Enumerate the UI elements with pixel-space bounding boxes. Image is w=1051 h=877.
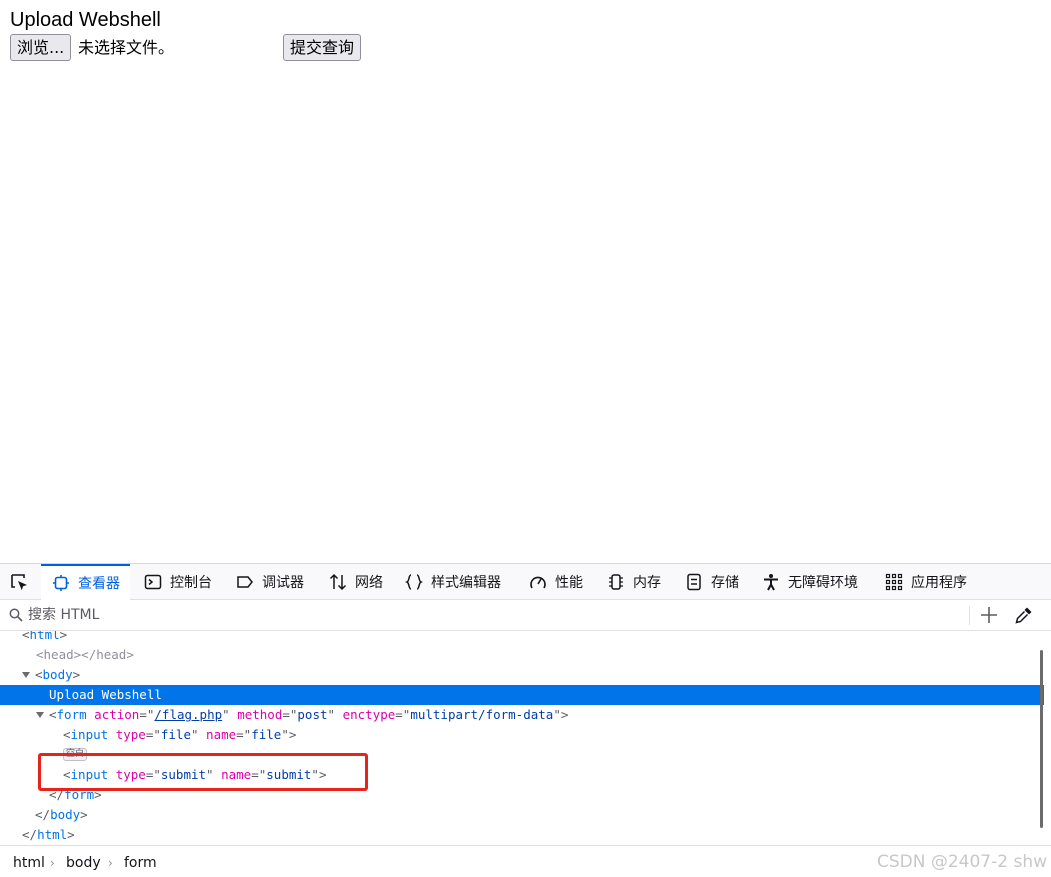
- tab-console[interactable]: 控制台: [144, 564, 212, 600]
- file-status-text: 未选择文件。: [78, 38, 175, 57]
- tab-label: 无障碍环境: [788, 575, 858, 591]
- tab-label: 控制台: [170, 575, 212, 591]
- tab-performance[interactable]: 性能: [529, 564, 583, 600]
- tree-node-input-file[interactable]: <input type="file" name="file">: [0, 725, 1040, 745]
- eyedropper-icon[interactable]: [1014, 605, 1034, 625]
- breadcrumb-form[interactable]: form: [124, 854, 157, 872]
- web-page: Upload Webshell 浏览... 未选择文件。 提交查询: [0, 0, 1051, 563]
- tab-label: 存储: [711, 575, 739, 591]
- tab-application[interactable]: 应用程序: [885, 564, 967, 600]
- console-icon: [144, 574, 162, 590]
- tree-node-html-close[interactable]: </html>: [0, 825, 1040, 845]
- tree-node-body[interactable]: <body>: [0, 665, 1040, 685]
- tab-style-editor[interactable]: 样式编辑器: [405, 564, 501, 600]
- red-highlight-annotation: [38, 753, 368, 791]
- html-search-bar: [0, 600, 1051, 631]
- chevron-right-icon: ›: [50, 856, 55, 870]
- search-icon: [9, 608, 23, 622]
- application-icon: [885, 573, 903, 591]
- tab-label: 性能: [555, 575, 583, 591]
- style-editor-icon: [405, 574, 423, 590]
- inspector-icon: [53, 575, 69, 591]
- debugger-icon: [237, 576, 253, 588]
- performance-icon: [530, 576, 546, 589]
- submit-query-button[interactable]: 提交查询: [283, 34, 362, 61]
- tree-node-text-selected[interactable]: Upload Webshell: [0, 685, 1044, 705]
- chevron-right-icon: ›: [108, 856, 113, 870]
- tab-label: 样式编辑器: [431, 575, 501, 591]
- tree-node-html[interactable]: <html>: [0, 631, 1040, 645]
- storage-icon: [687, 573, 701, 591]
- breadcrumb-html[interactable]: html: [13, 854, 45, 872]
- tab-storage[interactable]: 存储: [685, 564, 739, 600]
- tree-node-body-close[interactable]: </body>: [0, 805, 1040, 825]
- accessibility-icon: [764, 574, 778, 591]
- tree-node-form[interactable]: <form action="/flag.php" method="post" e…: [0, 705, 1040, 725]
- tab-label: 网络: [355, 575, 383, 591]
- markup-tree: <html> <head></head> <body> Upload Websh…: [0, 631, 1051, 845]
- element-picker-icon[interactable]: [8, 571, 32, 595]
- memory-icon: [609, 574, 623, 590]
- watermark-text: CSDN @2407-2 shw: [876, 852, 1047, 872]
- breadcrumb-body[interactable]: body: [66, 854, 101, 872]
- collapse-arrow-icon[interactable]: [36, 712, 44, 718]
- collapse-arrow-icon[interactable]: [22, 672, 30, 678]
- tab-label: 应用程序: [911, 575, 967, 591]
- tab-memory[interactable]: 内存: [607, 564, 661, 600]
- tab-debugger[interactable]: 调试器: [236, 564, 304, 600]
- scrollbar-thumb[interactable]: [1040, 650, 1043, 828]
- page-title: Upload Webshell: [10, 9, 161, 31]
- search-html-input[interactable]: [28, 605, 928, 625]
- tab-accessibility[interactable]: 无障碍环境: [762, 564, 858, 600]
- devtools-toolbar: 查看器 控制台 调试器 网络 样式编辑器 性能 内存 存储 无障碍环境 应用程序: [0, 564, 1051, 600]
- breadcrumb: html › body › form CSDN @2407-2 shw: [0, 845, 1051, 877]
- plus-icon[interactable]: [979, 605, 999, 625]
- browse-file-button[interactable]: 浏览...: [10, 34, 72, 61]
- tab-label: 内存: [633, 575, 661, 591]
- toolbar-divider: [969, 606, 970, 625]
- tab-label: 查看器: [78, 576, 120, 592]
- tab-inspector[interactable]: 查看器: [41, 564, 130, 600]
- tab-label: 调试器: [262, 575, 304, 591]
- devtools-panel: 查看器 控制台 调试器 网络 样式编辑器 性能 内存 存储 无障碍环境 应用程序…: [0, 563, 1051, 877]
- network-icon: [329, 573, 347, 591]
- upload-form: 浏览... 未选择文件。 提交查询: [10, 34, 410, 62]
- tree-node-head[interactable]: <head></head>: [0, 645, 1040, 665]
- tab-network[interactable]: 网络: [329, 564, 383, 600]
